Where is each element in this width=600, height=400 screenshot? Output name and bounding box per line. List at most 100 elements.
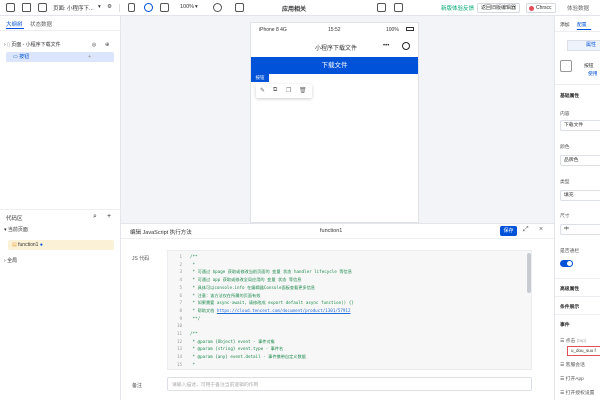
code-text: * — [190, 261, 196, 267]
code-line[interactable]: 9 **/ — [168, 316, 200, 322]
function-item[interactable]: ▤ function1 ● — [8, 240, 114, 250]
customer-service-event[interactable]: ☰ 客服会话 — [560, 361, 585, 368]
code-line[interactable]: 12 * @param {Object} event - 事件对象 — [168, 339, 275, 345]
component-doc-link[interactable]: 使用 — [588, 70, 598, 77]
code-line[interactable]: 14 * @param {any} event.detail - 事件携带自定义… — [168, 354, 306, 360]
add-icon[interactable]: + — [107, 213, 111, 220]
delete-icon[interactable]: 🗑 — [299, 87, 307, 94]
code-line[interactable]: 3 * 可通过 $page 获取或修改当前页面的 变量 状态 handler l… — [168, 269, 351, 275]
file-icon[interactable] — [38, 3, 47, 12]
props-tab[interactable]: 属性 — [567, 40, 600, 51]
code-line[interactable]: 11 /** — [168, 331, 198, 337]
add-icon[interactable]: ⊕ — [105, 40, 109, 50]
tree-item-page[interactable]: › ▯ 页面 - 小程序下载文件 ◎ ⊕ — [4, 40, 116, 50]
download-button[interactable]: 下载文件 — [251, 57, 418, 74]
search-icon[interactable]: ⌕ — [93, 213, 97, 221]
close-icon[interactable]: × — [539, 226, 543, 233]
type-select[interactable]: 填充 — [560, 190, 600, 201]
click-event-label: 点击 — [565, 339, 576, 344]
toggle-knob — [567, 261, 572, 266]
size-select[interactable]: 中 — [560, 224, 600, 235]
code-line[interactable]: 7 * 如果需要 async-await，请修改成 export default… — [168, 300, 354, 306]
code-line[interactable]: 5 * 具体可以console.info 在编辑器Console面板查看更多信息 — [168, 285, 315, 291]
tree-item-button[interactable]: ▭ 按钮 + — [6, 52, 114, 62]
layout-icon[interactable] — [22, 3, 31, 12]
doc-link[interactable]: https://cloud.tencent.com/document/produ… — [217, 308, 351, 313]
line-number: 4 — [179, 277, 182, 283]
zoom-chevron-icon[interactable]: ▾ — [195, 4, 198, 10]
js-code-editor[interactable]: 1/** 2 * 3 * 可通过 $page 获取或修改当前页面的 变量 状态 ha… — [167, 250, 532, 370]
code-line[interactable]: 6 * 注意：该方法仅在所属的页面有效 — [168, 293, 260, 299]
desktop-icon[interactable] — [160, 3, 169, 12]
click-event-tag: (tap) — [576, 339, 587, 344]
tab-outline[interactable]: 大纲树 — [6, 20, 23, 28]
divider — [0, 209, 121, 210]
condition-title[interactable]: 条件展示 — [560, 303, 579, 310]
line-number: 6 — [179, 292, 182, 298]
env-selector[interactable]: 体验数据 — [567, 4, 589, 12]
user-badge[interactable]: Chrscc — [526, 3, 556, 13]
active-tab-indicator — [577, 29, 591, 30]
add-child-icon[interactable]: + — [88, 52, 91, 62]
code-icon[interactable] — [235, 3, 244, 12]
feedback-link[interactable]: 新版体验反馈 — [441, 4, 474, 12]
chevron-right-icon[interactable]: › — [4, 42, 6, 48]
right-panel: 添加 配置 属性 按钮 使用 基础属性 内容 下载文件 颜色 品牌色 类型 填充… — [554, 16, 600, 400]
close-capsule-icon[interactable] — [402, 42, 410, 50]
edit-icon[interactable]: ✎ — [260, 87, 265, 94]
line-number: 15 — [176, 361, 182, 367]
code-text: **/ — [190, 315, 201, 321]
copy-icon[interactable]: ⧉ — [273, 87, 277, 94]
code-text: * 如果需要 async-await，请修改成 export default a… — [190, 300, 354, 306]
mobile-icon[interactable] — [128, 3, 135, 12]
settings-icon[interactable]: ⚙ — [107, 4, 112, 10]
tab-config[interactable]: 配置 — [577, 21, 587, 28]
code-line[interactable]: 10 — [168, 323, 190, 329]
scrollbar[interactable] — [527, 253, 531, 293]
duplicate-icon[interactable]: ❐ — [286, 87, 291, 94]
code-text: * @param {any} event.detail - 事件携带自定义数据 — [190, 354, 306, 360]
list-icon[interactable] — [6, 3, 15, 12]
tab-state-data[interactable]: 状态数据 — [30, 20, 52, 28]
zoom-level[interactable]: 100% — [180, 4, 194, 10]
type-label: 类型 — [560, 180, 570, 185]
page-selector[interactable]: 页面: 小程序下... — [53, 4, 94, 12]
tab-add[interactable]: 添加 — [560, 21, 570, 28]
phone-icon[interactable] — [377, 3, 386, 12]
line-number: 3 — [179, 269, 182, 275]
component-name: 按钮 — [584, 64, 594, 69]
back-old-editor-button[interactable]: 返回旧版编辑器 — [477, 3, 521, 13]
chevron-down-icon[interactable]: ▾ — [4, 227, 7, 233]
advanced-props-title[interactable]: 高级属性 — [560, 285, 579, 292]
note-input[interactable]: 请输入描述，可用于备注当前逻辑的作用 — [167, 377, 532, 391]
code-line[interactable]: 15 * — [168, 362, 195, 368]
divider — [0, 30, 121, 31]
expand-icon[interactable]: ⤢ — [523, 226, 529, 234]
code-panel-title: 编辑 JavaScript 执行方法 — [130, 230, 192, 236]
code-line[interactable]: 13 * @param {string} event.type - 事件名 — [168, 346, 283, 352]
settings-icon[interactable]: ◎ — [92, 40, 96, 50]
code-line[interactable]: 2 * — [168, 262, 195, 268]
chevron-down-icon[interactable]: ▾ — [98, 4, 101, 10]
button-component-icon: ▭ — [13, 54, 18, 60]
chevron-right-icon[interactable]: › — [4, 258, 6, 264]
color-select[interactable]: 品牌色 — [560, 155, 600, 166]
code-line[interactable]: 1 /** — [168, 254, 197, 260]
full-width-toggle[interactable] — [560, 260, 573, 267]
tree-item-current-page[interactable]: ▾ 当前页面 — [4, 225, 116, 235]
settings-icon: ☰ — [560, 391, 565, 396]
event-action-item[interactable]: u_dou_suo f — [567, 346, 600, 356]
tree-item-global[interactable]: › 全局 — [4, 256, 116, 266]
open-settings-event[interactable]: ☰ 打开授权设置 — [560, 389, 594, 396]
open-app-event[interactable]: ☰ 打开App — [560, 375, 584, 382]
click-event-row[interactable]: ☰ 点击 (tap) — [560, 337, 586, 344]
code-line[interactable]: 4 * 可通过 app 获取或修改全局应用的 变量 状态 等信息 — [168, 277, 301, 283]
content-input[interactable]: 下载文件 — [560, 120, 600, 131]
phone-preview[interactable]: iPhone 8 4G 15:52 100% 小程序下载文件 ••• 下载文件 … — [250, 22, 419, 223]
more-icon[interactable]: ••• — [383, 43, 389, 49]
monitor-icon[interactable] — [394, 3, 403, 12]
save-button[interactable]: 保存 — [500, 226, 517, 236]
code-line[interactable]: 8 * 帮助文档 https://cloud.tencent.com/docum… — [168, 308, 350, 314]
preview-icon[interactable] — [144, 3, 153, 12]
refresh-icon[interactable] — [213, 3, 222, 12]
